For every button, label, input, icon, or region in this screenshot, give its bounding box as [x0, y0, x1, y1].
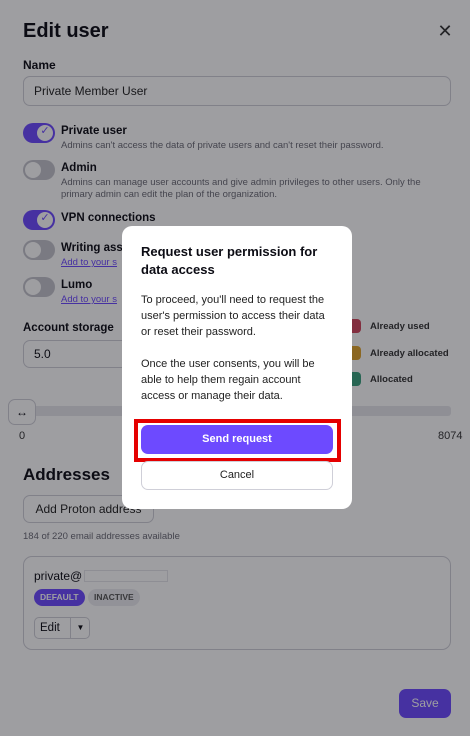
modal-paragraph-2: Once the user consents, you will be able… — [141, 358, 315, 402]
cancel-button[interactable]: Cancel — [141, 461, 333, 490]
modal-paragraph-1: To proceed, you'll need to request the u… — [141, 294, 325, 338]
modal-body: To proceed, you'll need to request the u… — [141, 292, 336, 404]
modal-title: Request user permission for data access — [141, 244, 318, 277]
send-request-button[interactable]: Send request — [141, 425, 333, 454]
